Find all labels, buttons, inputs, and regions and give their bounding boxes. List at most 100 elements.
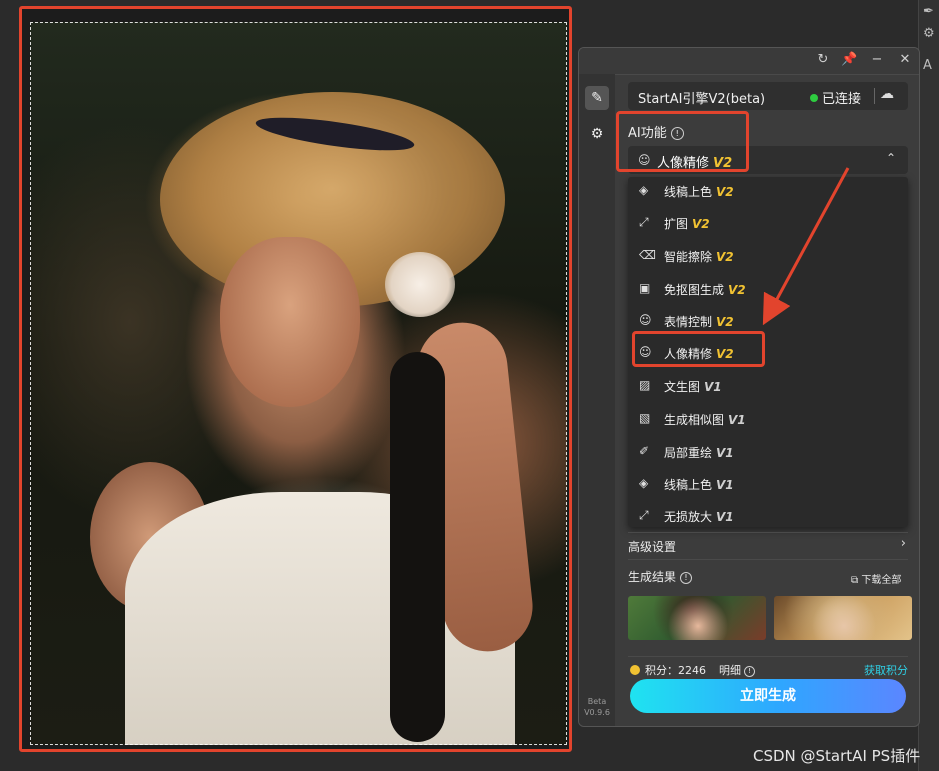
smiley-icon: ☺ <box>639 313 652 327</box>
points-display: 积分：2246 <box>645 662 706 678</box>
portrait-icon: ☺ <box>638 153 651 167</box>
gear-icon[interactable]: ⚙ <box>585 122 609 146</box>
selection-marquee <box>30 22 567 745</box>
version-tag: V2 <box>716 347 734 361</box>
info-icon[interactable]: ! <box>670 127 684 140</box>
advanced-settings-row[interactable]: 高级设置 › <box>628 532 908 560</box>
menu-item-similar-image[interactable]: ▧ 生成相似图 V1 <box>628 405 908 433</box>
close-icon[interactable]: ✕ <box>897 52 913 68</box>
menu-item-label: 局部重绘 <box>664 446 713 460</box>
menu-item-label: 生成相似图 <box>664 413 725 427</box>
results-label: 生成结果! <box>628 568 693 585</box>
host-settings-icon[interactable]: ⚙ <box>923 26 935 41</box>
version-tag: V2 <box>728 283 746 297</box>
selected-function-label: 人像精修 <box>657 156 710 171</box>
host-tool-icon[interactable]: ✒ <box>923 4 934 19</box>
points-detail-link[interactable]: 明细! <box>719 662 755 678</box>
menu-item-text-to-image[interactable]: ▨ 文生图 V1 <box>628 372 908 400</box>
result-thumbnail-2[interactable] <box>774 596 912 640</box>
selected-function: 人像精修 V2 <box>657 152 732 171</box>
minimize-icon[interactable]: − <box>869 52 885 68</box>
menu-item-smart-erase[interactable]: ⌫ 智能擦除 V2 <box>628 242 908 270</box>
get-points-link[interactable]: 获取积分 <box>864 662 908 678</box>
host-panel-strip: ✒ ⚙ A <box>918 0 939 771</box>
connection-status: 已连接 <box>810 88 861 107</box>
text-image-icon: ▨ <box>639 378 651 392</box>
refresh-icon[interactable]: ↻ <box>815 52 831 68</box>
menu-item-label: 文生图 <box>664 380 701 394</box>
version-tag: V1 <box>728 413 746 427</box>
panel-sidebar: ✎ ⚙ Beta V0.9.6 <box>579 74 615 726</box>
selected-version: V2 <box>713 156 733 171</box>
panel-titlebar[interactable]: ↻ 📌 − ✕ <box>579 48 919 75</box>
version-badge: Beta <box>587 697 607 706</box>
version-tag: V2 <box>692 217 710 231</box>
version-tag: V1 <box>704 380 722 394</box>
menu-item-line-color-v2[interactable]: ◈ 线稿上色 V2 <box>628 177 908 205</box>
similar-image-icon: ▧ <box>639 411 651 425</box>
version-tag: V2 <box>716 185 734 199</box>
watermark: CSDN @StartAI PS插件 <box>753 747 921 765</box>
status-dot-icon <box>810 94 818 102</box>
panel-content: StartAI引擎V2(beta) 已连接 ☁ AI功能! ☺ 人像精修 V2 ⌃… <box>615 74 919 726</box>
info-icon[interactable]: ! <box>744 666 755 677</box>
version-info: Beta V0.9.6 <box>579 696 615 718</box>
brush-icon: ✐ <box>639 444 650 458</box>
ai-function-select[interactable]: ☺ 人像精修 V2 ⌃ <box>628 146 908 174</box>
version-tag: V1 <box>716 446 734 460</box>
version-tag: V2 <box>716 250 734 264</box>
engine-name: StartAI引擎V2(beta) <box>638 92 766 107</box>
ai-function-label: AI功能! <box>628 122 684 141</box>
points-value: 2246 <box>678 664 706 677</box>
chevron-up-icon: ⌃ <box>885 151 896 165</box>
info-icon[interactable]: ! <box>680 572 693 584</box>
version-tag: V1 <box>716 510 734 524</box>
download-all-button[interactable]: ⧉ 下载全部 <box>851 571 901 586</box>
menu-item-label: 线稿上色 <box>664 478 713 492</box>
result-thumbnail-1[interactable] <box>628 596 766 640</box>
menu-item-label: 表情控制 <box>664 315 713 329</box>
menu-item-label: 免抠图生成 <box>664 283 725 297</box>
menu-item-line-color-v1[interactable]: ◈ 线稿上色 V1 <box>628 470 908 498</box>
pen-icon[interactable]: ✎ <box>585 86 609 110</box>
paint-bucket-icon: ◈ <box>639 476 649 490</box>
coin-icon <box>630 665 640 675</box>
eraser-icon: ⌫ <box>639 248 656 262</box>
canvas-highlight-frame <box>19 6 572 752</box>
points-row: 积分：2246 明细! 获取积分 <box>628 656 908 677</box>
detail-label: 明细 <box>719 664 741 677</box>
menu-item-cutout-free[interactable]: ▣ 免抠图生成 V2 <box>628 275 908 303</box>
menu-item-local-repaint[interactable]: ✐ 局部重绘 V1 <box>628 438 908 466</box>
pin-icon[interactable]: 📌 <box>841 52 857 68</box>
version-tag: V1 <box>716 478 734 492</box>
expand-icon: ⤢ <box>639 508 649 522</box>
expand-icon: ⤢ <box>639 215 649 229</box>
menu-item-expand[interactable]: ⤢ 扩图 V2 <box>628 209 908 237</box>
ai-function-text: AI功能 <box>628 126 667 141</box>
menu-item-label: 线稿上色 <box>664 185 713 199</box>
canvas-photo[interactable] <box>30 22 567 745</box>
menu-item-lossless-upscale[interactable]: ⤢ 无损放大 V1 <box>628 502 908 530</box>
paint-bucket-icon: ◈ <box>639 183 649 197</box>
cutout-icon: ▣ <box>639 281 651 295</box>
menu-item-expression[interactable]: ☺ 表情控制 V2 <box>628 307 908 335</box>
startai-plugin-panel: ↻ 📌 − ✕ ✎ ⚙ Beta V0.9.6 StartAI引擎V2(beta… <box>578 47 920 727</box>
version-number: V0.9.6 <box>584 708 610 717</box>
menu-item-label: 无损放大 <box>664 510 713 524</box>
menu-item-label: 人像精修 <box>664 347 713 361</box>
cloud-engine-icon[interactable]: ☁ <box>880 86 894 102</box>
menu-item-label: 扩图 <box>664 217 689 231</box>
status-text: 已连接 <box>822 92 862 107</box>
advanced-settings-label: 高级设置 <box>628 540 677 554</box>
points-label: 积分： <box>645 664 678 677</box>
menu-item-portrait-retouch[interactable]: ☺ 人像精修 V2 <box>628 339 908 367</box>
download-all-label: 下载全部 <box>861 575 902 586</box>
engine-selector[interactable]: StartAI引擎V2(beta) 已连接 ☁ <box>628 82 908 110</box>
portrait-icon: ☺ <box>639 345 652 359</box>
ai-function-dropdown: ◈ 线稿上色 V2 ⤢ 扩图 V2 ⌫ 智能擦除 V2 ▣ 免抠图生成 V2 ☺ 表情控… <box>628 177 908 527</box>
menu-item-label: 智能擦除 <box>664 250 713 264</box>
divider <box>874 88 875 104</box>
host-glyph-a: A <box>923 58 932 73</box>
chevron-right-icon: › <box>900 536 906 551</box>
generate-now-button[interactable]: 立即生成 <box>630 679 906 713</box>
